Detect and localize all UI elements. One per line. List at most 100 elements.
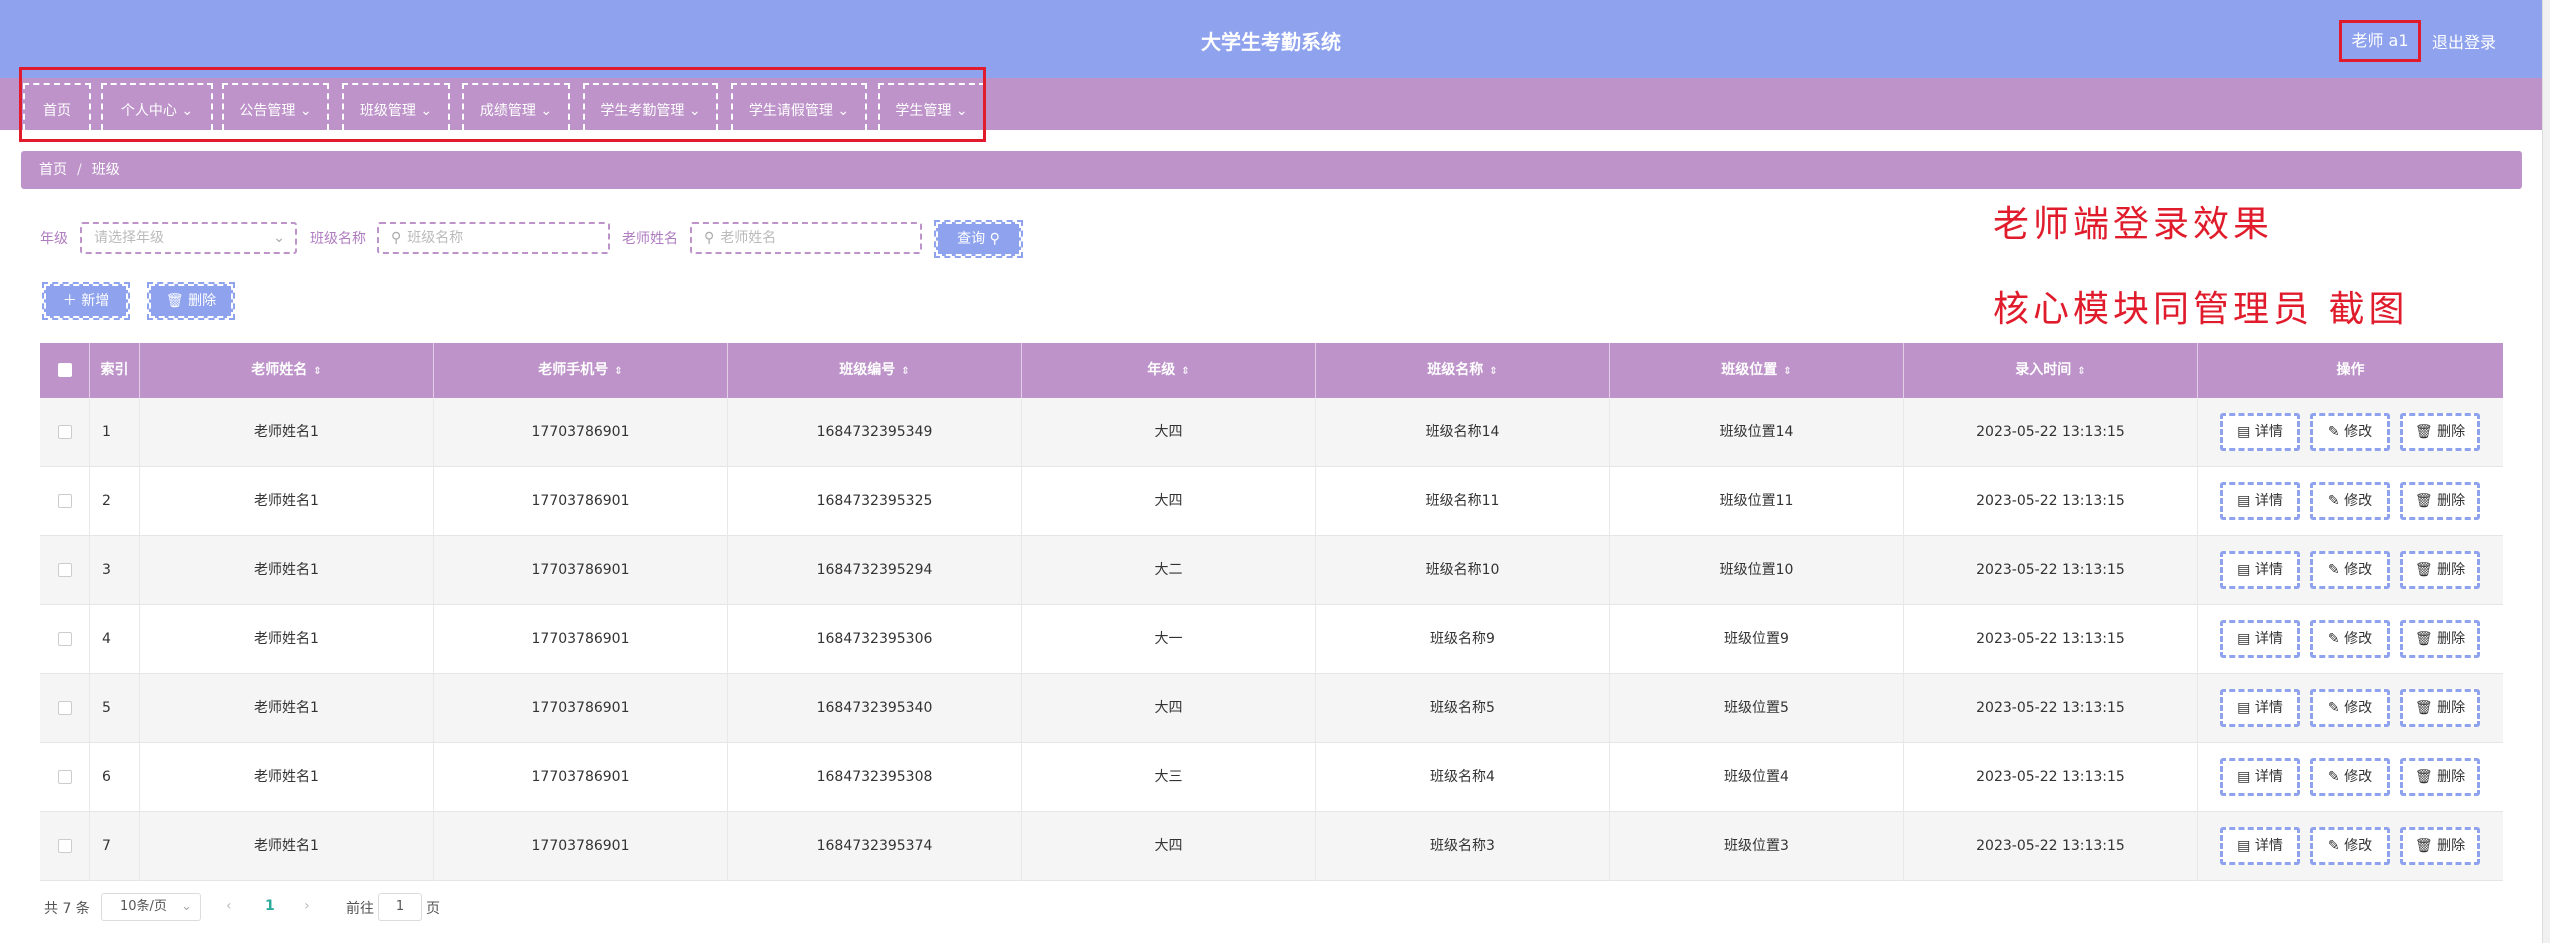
detail-label: 详情 [2254, 631, 2283, 647]
breadcrumb-home[interactable]: 首页 [39, 162, 67, 178]
delete-button[interactable]: 🗑 删除 [2400, 551, 2480, 589]
document-icon: ▤ [2237, 562, 2255, 578]
row-select-cell [40, 605, 90, 674]
page-size-value: 10条/页 [120, 899, 167, 914]
edit-button[interactable]: ✎ 修改 [2310, 758, 2390, 796]
class-no-cell: 1684732395306 [728, 605, 1022, 674]
delete-button[interactable]: 🗑 删除 [2400, 620, 2480, 658]
class-name-cell: 班级名称4 [1316, 743, 1610, 812]
batch-delete-button[interactable]: 🗑 删除 [147, 282, 235, 320]
query-button[interactable]: 查询 ⚲ [934, 220, 1023, 258]
next-page-button[interactable]: › [304, 898, 310, 914]
edit-button[interactable]: ✎ 修改 [2310, 551, 2390, 589]
search-icon: ⚲ [989, 231, 1000, 247]
detail-button[interactable]: ▤ 详情 [2220, 758, 2300, 796]
class-name-input[interactable]: ⚲ 班级名称 [377, 222, 610, 254]
row-checkbox[interactable] [57, 563, 72, 577]
class-name-cell: 班级名称3 [1316, 812, 1610, 881]
location-cell: 班级位置4 [1610, 743, 1904, 812]
teacher-name-input[interactable]: ⚲ 老师姓名 [690, 222, 922, 254]
delete-label: 删除 [2437, 493, 2466, 509]
teacher-cell: 老师姓名1 [140, 812, 434, 881]
edit-label: 修改 [2344, 493, 2373, 509]
delete-button[interactable]: 🗑 删除 [2400, 758, 2480, 796]
detail-button[interactable]: ▤ 详情 [2220, 689, 2300, 727]
edit-button[interactable]: ✎ 修改 [2310, 689, 2390, 727]
time-cell: 2023-05-22 13:13:15 [1904, 467, 2198, 536]
prev-page-button[interactable]: ‹ [226, 898, 232, 914]
class-no-cell: 1684732395325 [728, 467, 1022, 536]
row-select-cell [40, 536, 90, 605]
breadcrumb-separator: / [77, 162, 82, 178]
edit-button[interactable]: ✎ 修改 [2310, 827, 2390, 865]
row-select-cell [40, 812, 90, 881]
sort-icon[interactable]: ⇕ [614, 366, 622, 377]
table-row: 4 老师姓名1 17703786901 1684732395306 大一 班级名称9 班级位… [40, 605, 2503, 674]
breadcrumb: 首页 / 班级 [21, 151, 2522, 189]
detail-button[interactable]: ▤ 详情 [2220, 620, 2300, 658]
logout-link[interactable]: 退出登录 [2432, 29, 2496, 53]
total-count: 共 7 条 [44, 901, 90, 917]
col-phone[interactable]: 老师手机号 ⇕ [434, 343, 728, 398]
page-scrollbar[interactable] [2542, 0, 2550, 943]
document-icon: ▤ [2237, 493, 2255, 509]
row-checkbox[interactable] [57, 770, 72, 784]
goto-suffix: 页 [426, 901, 440, 917]
row-checkbox[interactable] [57, 701, 72, 715]
sort-icon[interactable]: ⇕ [901, 366, 909, 377]
delete-button[interactable]: 🗑 删除 [2400, 413, 2480, 451]
detail-label: 详情 [2254, 700, 2283, 716]
chevron-down-icon: ⌄ [273, 230, 285, 246]
row-checkbox[interactable] [57, 632, 72, 646]
detail-button[interactable]: ▤ 详情 [2220, 551, 2300, 589]
row-checkbox[interactable] [57, 494, 72, 508]
row-select-cell [40, 674, 90, 743]
row-select-cell [40, 743, 90, 812]
col-time[interactable]: 录入时间 ⇕ [1904, 343, 2198, 398]
edit-button[interactable]: ✎ 修改 [2310, 482, 2390, 520]
sort-icon[interactable]: ⇕ [313, 366, 321, 377]
current-page[interactable]: 1 [265, 898, 275, 914]
actions-cell: ▤ 详情 ✎ 修改 🗑 删除 [2198, 743, 2503, 812]
page-size-select[interactable]: 10条/页 ⌄ [101, 893, 201, 921]
select-all-cell[interactable] [40, 343, 90, 398]
goto-prefix: 前往 [346, 901, 374, 917]
sort-icon[interactable]: ⇕ [1489, 366, 1497, 377]
col-class-no[interactable]: 班级编号 ⇕ [728, 343, 1022, 398]
delete-button[interactable]: 🗑 删除 [2400, 689, 2480, 727]
edit-button[interactable]: ✎ 修改 [2310, 620, 2390, 658]
sort-icon[interactable]: ⇕ [1181, 366, 1189, 377]
grade-select[interactable]: 请选择年级 ⌄ [80, 222, 297, 254]
teacher-cell: 老师姓名1 [140, 536, 434, 605]
delete-button[interactable]: 🗑 删除 [2400, 482, 2480, 520]
edit-button[interactable]: ✎ 修改 [2310, 413, 2390, 451]
detail-button[interactable]: ▤ 详情 [2220, 827, 2300, 865]
col-grade[interactable]: 年级 ⇕ [1022, 343, 1316, 398]
table-row: 6 老师姓名1 17703786901 1684732395308 大三 班级名称4 班级位… [40, 743, 2503, 812]
time-cell: 2023-05-22 13:13:15 [1904, 605, 2198, 674]
sort-icon[interactable]: ⇕ [1783, 366, 1791, 377]
grade-cell: 大四 [1022, 398, 1316, 467]
row-checkbox[interactable] [57, 425, 72, 439]
select-all-checkbox[interactable] [57, 363, 72, 377]
add-button[interactable]: ＋ 新增 [42, 282, 130, 320]
row-checkbox[interactable] [57, 839, 72, 853]
sort-icon[interactable]: ⇕ [2077, 366, 2085, 377]
class-no-cell: 1684732395349 [728, 398, 1022, 467]
delete-button[interactable]: 🗑 删除 [2400, 827, 2480, 865]
detail-button[interactable]: ▤ 详情 [2220, 482, 2300, 520]
detail-label: 详情 [2254, 769, 2283, 785]
detail-button[interactable]: ▤ 详情 [2220, 413, 2300, 451]
teacher-cell: 老师姓名1 [140, 674, 434, 743]
column-label: 班级位置 [1721, 362, 1778, 378]
col-teacher[interactable]: 老师姓名 ⇕ [140, 343, 434, 398]
pencil-icon: ✎ [2327, 769, 2345, 785]
col-location[interactable]: 班级位置 ⇕ [1610, 343, 1904, 398]
user-name[interactable]: 老师 a1 [2339, 20, 2421, 62]
grade-cell: 大四 [1022, 812, 1316, 881]
delete-label: 删除 [2437, 769, 2466, 785]
document-icon: ▤ [2237, 838, 2255, 854]
col-class-name[interactable]: 班级名称 ⇕ [1316, 343, 1610, 398]
goto-page-input[interactable]: 1 [378, 893, 422, 921]
document-icon: ▤ [2237, 424, 2255, 440]
